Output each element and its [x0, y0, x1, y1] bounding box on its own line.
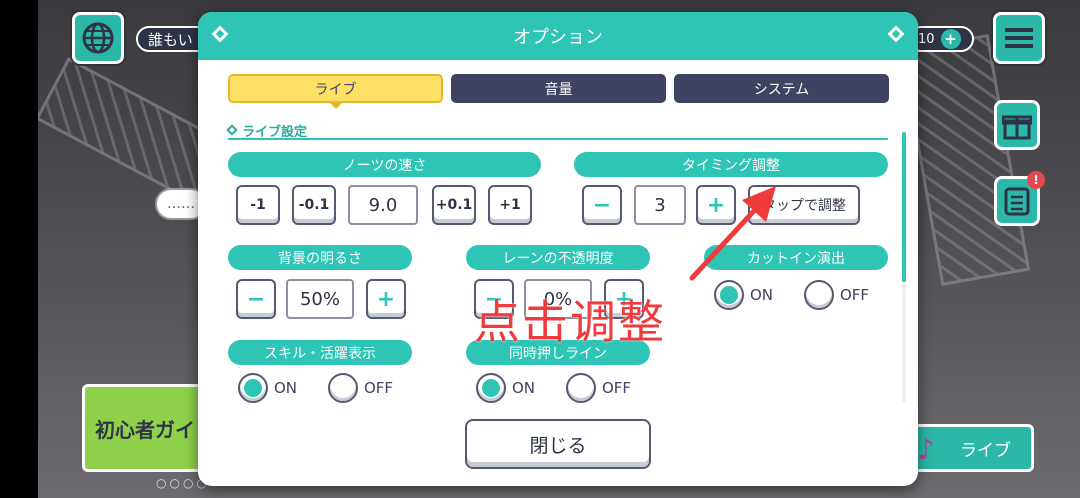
brightness-plus-button[interactable]: +: [366, 279, 406, 319]
gift-icon: [1002, 115, 1032, 140]
radio-dot: [476, 373, 506, 403]
tab-live[interactable]: ライブ: [228, 74, 443, 109]
globe-icon: [82, 22, 114, 54]
timing-label-text: タイミング調整: [682, 157, 780, 174]
dialog-header: オプション: [198, 12, 918, 60]
close-button[interactable]: 閉じる: [465, 419, 651, 469]
radio-label: ON: [274, 379, 298, 397]
note-speed-minus-0.1-button[interactable]: -0.1: [292, 185, 336, 225]
simul-line-off-radio[interactable]: OFF: [566, 373, 631, 403]
skill-display-label: スキル・活躍表示: [228, 340, 412, 365]
timing-value: 3: [634, 185, 686, 225]
cut-in-off-radio[interactable]: OFF: [804, 280, 869, 310]
section-title: ライブ設定: [226, 122, 888, 140]
notification-badge-icon: !: [1027, 171, 1045, 189]
speech-text: ……: [167, 196, 195, 212]
options-dialog: オプション ライブ 音量 システム ライブ設定 ノーツの速さ -1 -0.1 9…: [198, 12, 918, 486]
close-button-label: 閉じる: [529, 434, 587, 457]
brightness-minus-button[interactable]: −: [236, 279, 276, 319]
clipboard-icon: [1004, 187, 1030, 216]
coin-count: 10: [918, 31, 935, 47]
brightness-label-text: 背景の明るさ: [278, 250, 362, 267]
diamond-icon: [887, 25, 905, 43]
left-black-bar: [0, 0, 38, 498]
dialog-title: オプション: [513, 27, 603, 48]
brightness-value-text: 50%: [299, 288, 340, 310]
annotation-text: 点击调整: [474, 295, 666, 349]
button-label: -1: [250, 197, 266, 213]
radio-dot: [566, 373, 596, 403]
note-speed-value-text: 9.0: [368, 194, 398, 216]
timing-label: タイミング調整: [574, 152, 888, 177]
lane-opacity-label: レーンの不透明度: [466, 245, 650, 270]
radio-dot: [804, 280, 834, 310]
radio-label: OFF: [840, 286, 870, 304]
simul-line-on-radio[interactable]: ON: [476, 373, 535, 403]
note-speed-label-text: ノーツの速さ: [342, 157, 427, 174]
lane-opacity-label-text: レーンの不透明度: [502, 250, 614, 267]
annotation-arrow-icon: [689, 186, 776, 281]
music-note-icon: ♪: [917, 433, 935, 466]
menu-icon: [1005, 28, 1033, 48]
skill-display-on-radio[interactable]: ON: [238, 373, 297, 403]
beginner-guide-button[interactable]: 初心者ガイ: [82, 384, 212, 472]
brightness-value: 50%: [286, 279, 354, 319]
brightness-label: 背景の明るさ: [228, 245, 412, 270]
note-speed-minus-1-button[interactable]: -1: [236, 185, 280, 225]
add-coin-icon[interactable]: +: [940, 29, 961, 49]
button-label: -0.1: [298, 197, 330, 213]
scrollbar-thumb[interactable]: [902, 132, 906, 282]
radio-dot: [238, 373, 268, 403]
radio-label: OFF: [602, 379, 632, 397]
live-button[interactable]: ♪ ライブ: [900, 424, 1034, 472]
plus-icon: +: [376, 286, 396, 312]
radio-label: OFF: [364, 379, 394, 397]
diamond-icon: [226, 124, 238, 136]
chat-pill-text: 誰もい: [148, 30, 193, 49]
minus-icon: −: [246, 286, 266, 312]
tab-label: ライブ: [314, 81, 357, 98]
timing-minus-button[interactable]: −: [582, 185, 622, 225]
tab-label: システム: [753, 81, 810, 98]
section-title-text: ライブ設定: [242, 124, 308, 140]
note-speed-plus-1-button[interactable]: +1: [488, 185, 532, 225]
guide-label: 初心者ガイ: [95, 417, 195, 442]
button-label: +1: [499, 197, 521, 213]
button-label: +0.1: [435, 197, 473, 213]
live-label: ライブ: [960, 440, 1011, 461]
skill-display-label-text: スキル・活躍表示: [264, 345, 376, 362]
gift-button[interactable]: [994, 100, 1040, 150]
tab-bar: ライブ 音量 システム: [228, 74, 889, 109]
radio-label: ON: [512, 379, 536, 397]
skill-display-off-radio[interactable]: OFF: [328, 373, 393, 403]
note-speed-label: ノーツの速さ: [228, 152, 541, 177]
timing-value-text: 3: [654, 194, 666, 216]
minus-icon: −: [592, 192, 612, 218]
note-speed-value: 9.0: [348, 185, 418, 225]
menu-button[interactable]: [993, 12, 1045, 64]
tab-system[interactable]: システム: [674, 74, 889, 103]
tab-volume[interactable]: 音量: [451, 74, 666, 103]
radio-dot: [328, 373, 358, 403]
diamond-icon: [211, 25, 229, 43]
mission-button[interactable]: !: [994, 171, 1045, 226]
globe-button[interactable]: [72, 12, 124, 64]
note-speed-plus-0.1-button[interactable]: +0.1: [432, 185, 476, 225]
tab-label: 音量: [544, 81, 573, 98]
